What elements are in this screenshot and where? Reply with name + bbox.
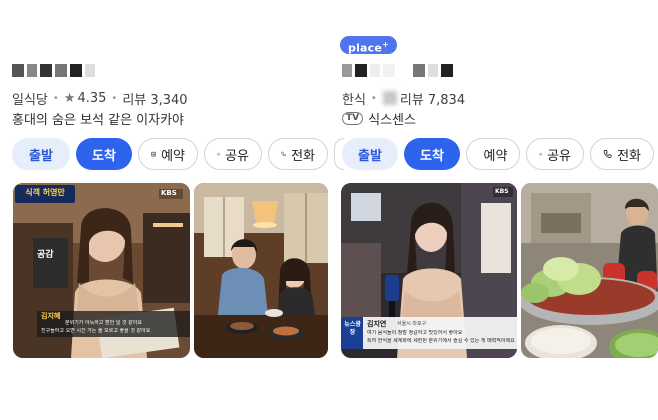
blurred-rating [382, 91, 397, 105]
kbs-logo: KBS [495, 188, 509, 195]
caption-line-1: 분위기가 아늑하고 편안 일 것 같아요 [65, 320, 142, 326]
arrive-button[interactable]: 도착 [76, 138, 132, 170]
place-card-left: 일식당 • ★ 4.35 • 리뷰 3,340 홍대의 숨은 보석 같은 이자카… [0, 0, 344, 420]
call-button[interactable]: 전화 [590, 138, 654, 170]
caption-line-1: 여기 음식들이 정말 정갈하고 맛있어서 좋아요 [367, 330, 463, 336]
reserve-button[interactable]: N 예약 [466, 138, 520, 170]
caption-line-2: 친구들하고 오면 시간 가는 줄 모르고 좋을 것 같아요 [41, 328, 151, 334]
caption-name: 김지혜 [41, 312, 61, 320]
place-meta: 한식 • 리뷰 7,834 [342, 88, 465, 108]
share-button[interactable]: 공유 [526, 138, 584, 170]
tv-icon: TV [342, 111, 364, 125]
share-icon [539, 152, 542, 156]
call-label: 전화 [291, 148, 315, 164]
photo-kimchi-making[interactable] [521, 183, 658, 358]
place-category: 한식 [342, 92, 366, 108]
reserve-calendar-icon: N [151, 151, 156, 157]
phone-icon [603, 150, 612, 159]
kbs-logo: KBS [161, 189, 177, 197]
tv-show-name[interactable]: 식스센스 [368, 109, 416, 128]
news-program-label: 뉴스광장 [344, 321, 361, 336]
depart-button[interactable]: 출발 [342, 138, 398, 170]
call-button[interactable]: 전화 [268, 138, 328, 170]
reserve-label: 예약 [483, 148, 508, 164]
caption-line-2: 특히 한식을 세계화에 세련된 분위기에서 즐길 수 있는 게 매력적이에요 [367, 338, 515, 344]
photo-couple-dining[interactable] [194, 183, 328, 358]
phone-icon [281, 151, 286, 157]
share-label: 공유 [547, 148, 571, 164]
rating-value: 4.35 [77, 90, 107, 106]
review-count[interactable]: 리뷰 3,340 [122, 89, 187, 108]
place-meta: 일식당 • ★ 4.35 • 리뷰 3,340 [12, 89, 188, 108]
banner-title: 식객 허영만 [25, 188, 65, 197]
caption-name: 김지연 [367, 320, 387, 328]
share-icon [217, 152, 220, 156]
action-buttons: 출발 도착 N 예약 공유 전화 [342, 138, 654, 170]
place-card-right: place+ 한식 • 리뷰 7,834 TV 식스센스 출발 도착 N 예약 [330, 0, 658, 420]
action-buttons: 출발 도착 N 예약 공유 전화 [12, 138, 344, 170]
photo-news-interview[interactable]: 뉴스광장 KBS 김지연 서울시 마포구 여기 음식들이 정말 정갈하고 맛있어… [341, 183, 517, 358]
place-plus-badge: place+ [340, 36, 397, 55]
place-description: 홍대의 숨은 보석 같은 이자카야 [12, 112, 185, 128]
review-count[interactable]: 리뷰 7,834 [400, 89, 465, 108]
place-name-censored [12, 62, 98, 78]
star-icon: ★ [63, 90, 76, 106]
caption-location: 서울시 마포구 [397, 321, 427, 327]
call-label: 전화 [617, 148, 641, 164]
reserve-label: 예약 [161, 148, 185, 164]
badge-text: place [348, 41, 383, 55]
wall-sign: 공감 [37, 250, 54, 260]
tv-appearance: TV 식스센스 [342, 108, 416, 128]
share-label: 공유 [225, 148, 249, 164]
reserve-button[interactable]: N 예약 [138, 138, 198, 170]
place-category: 일식당 [12, 92, 48, 108]
photo-interview-kbs[interactable]: 식객 허영만 KBS 공감 김지혜 분위기가 아늑하고 편안 일 것 같아요 친… [13, 183, 190, 358]
badge-plus: + [382, 40, 389, 49]
place-name-censored [342, 62, 456, 78]
share-button[interactable]: 공유 [204, 138, 262, 170]
arrive-button[interactable]: 도착 [404, 138, 460, 170]
depart-button[interactable]: 출발 [12, 138, 70, 170]
